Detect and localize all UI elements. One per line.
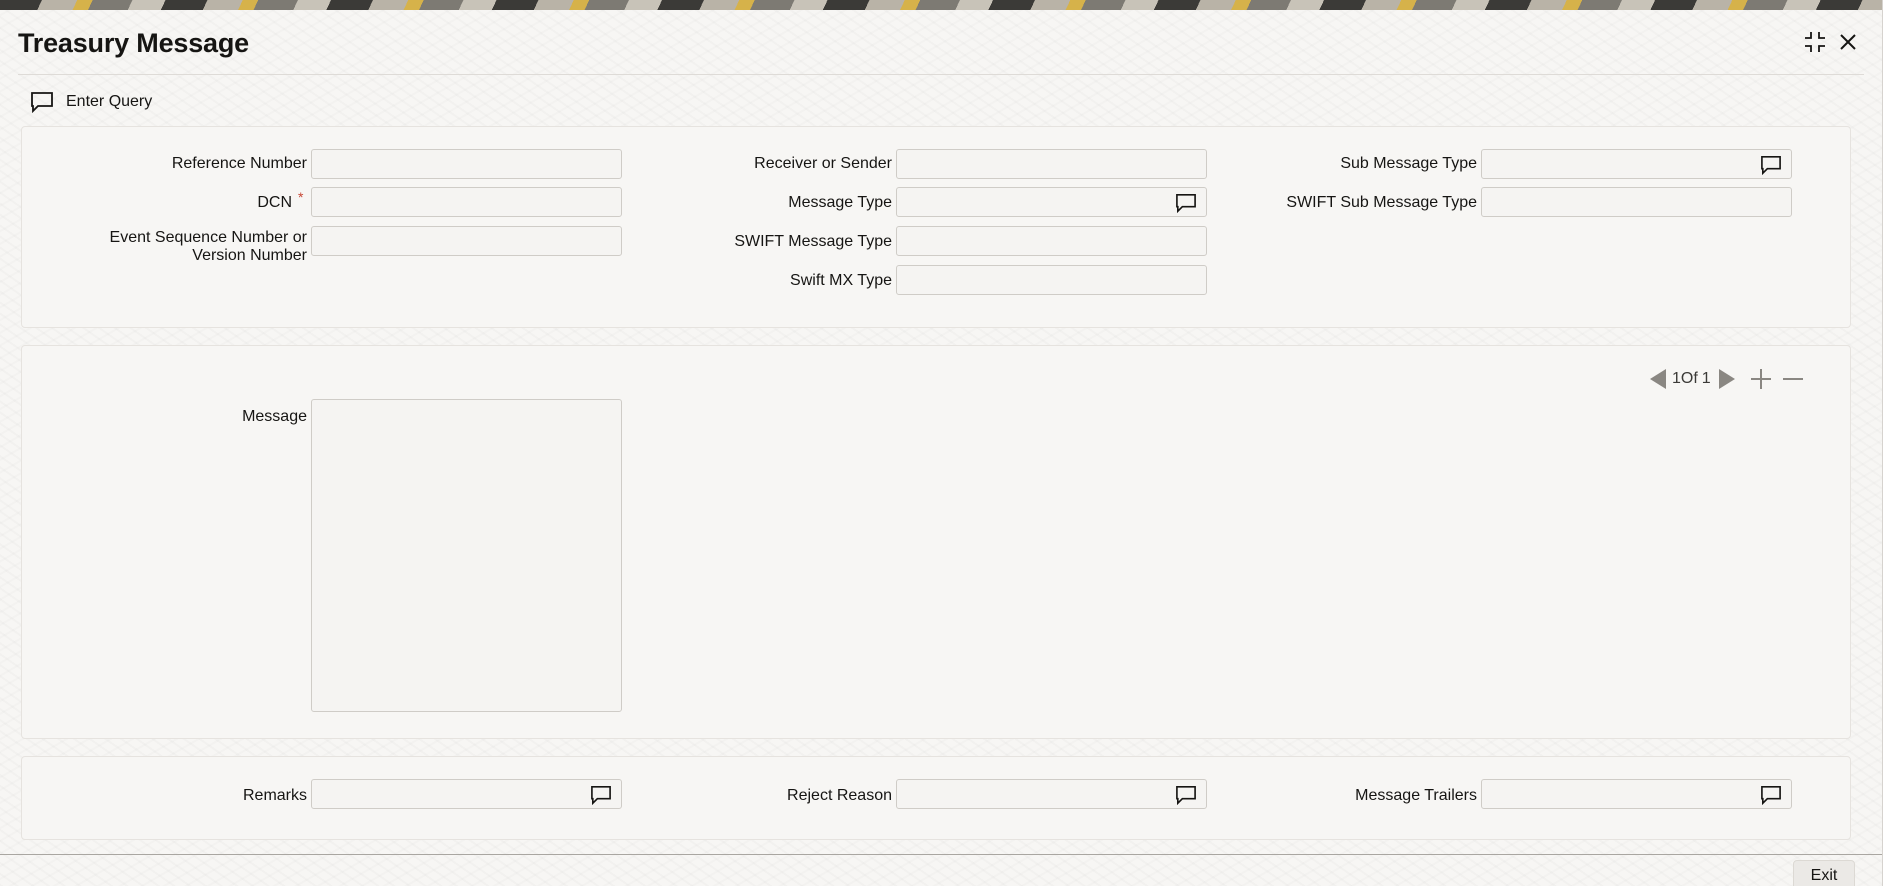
reject-reason-field[interactable] bbox=[896, 779, 1207, 809]
swift-sub-message-type-label: SWIFT Sub Message Type bbox=[1286, 194, 1477, 211]
exit-button[interactable]: Exit bbox=[1793, 860, 1855, 886]
header-divider bbox=[18, 74, 1864, 75]
speech-bubble-icon bbox=[1176, 194, 1196, 213]
reject-reason-label: Reject Reason bbox=[787, 787, 892, 804]
speech-bubble-icon bbox=[31, 92, 53, 113]
swift-mx-type-label: Swift MX Type bbox=[790, 272, 892, 289]
message-trailers-lov-button[interactable] bbox=[1759, 784, 1783, 806]
maximize-button[interactable] bbox=[1801, 28, 1829, 56]
sub-message-type-label: Sub Message Type bbox=[1340, 155, 1477, 172]
message-trailers-field[interactable] bbox=[1481, 779, 1792, 809]
reference-number-input[interactable] bbox=[312, 150, 621, 178]
swift-mx-type-input[interactable] bbox=[897, 266, 1206, 294]
speech-bubble-icon bbox=[1176, 786, 1196, 805]
message-label: Message bbox=[242, 408, 307, 425]
sub-message-type-field[interactable] bbox=[1481, 149, 1792, 179]
receiver-sender-field[interactable] bbox=[896, 149, 1207, 179]
remarks-label: Remarks bbox=[242, 787, 307, 804]
dcn-input[interactable] bbox=[312, 188, 621, 216]
pager-of: Of bbox=[1680, 370, 1698, 387]
footer-panel: Remarks Reject Reason Message Trailers bbox=[21, 756, 1851, 840]
triangle-left-icon bbox=[1650, 369, 1666, 389]
event-sequence-input[interactable] bbox=[312, 227, 621, 255]
message-type-field[interactable] bbox=[896, 187, 1207, 217]
reference-number-field[interactable] bbox=[311, 149, 622, 179]
swift-sub-message-type-input[interactable] bbox=[1482, 188, 1791, 216]
receiver-sender-input[interactable] bbox=[897, 150, 1206, 178]
enter-query-button[interactable]: Enter Query bbox=[30, 88, 152, 116]
enter-query-label: Enter Query bbox=[66, 93, 153, 110]
remarks-lov-button[interactable] bbox=[589, 784, 613, 806]
remarks-input[interactable] bbox=[312, 780, 621, 808]
dcn-required-mark: * bbox=[298, 189, 304, 205]
message-textarea[interactable] bbox=[312, 400, 621, 711]
message-trailers-label: Message Trailers bbox=[1355, 787, 1477, 804]
pager-current: 1 bbox=[1672, 370, 1681, 387]
next-page-button[interactable] bbox=[1717, 367, 1737, 391]
reject-reason-input[interactable] bbox=[897, 780, 1206, 808]
pager-total: 1 bbox=[1701, 370, 1711, 387]
receiver-sender-label: Receiver or Sender bbox=[754, 155, 892, 172]
delete-row-button[interactable] bbox=[1781, 367, 1805, 391]
header-panel: Reference Number DCN * Event Sequence Nu… bbox=[21, 126, 1851, 328]
message-type-label: Message Type bbox=[788, 194, 892, 211]
reference-number-label: Reference Number bbox=[171, 155, 307, 172]
speech-bubble-icon bbox=[1761, 156, 1781, 175]
triangle-right-icon bbox=[1718, 369, 1735, 389]
message-field[interactable] bbox=[311, 399, 622, 712]
message-panel: Message bbox=[21, 345, 1851, 739]
maximize-icon bbox=[1805, 32, 1825, 52]
event-sequence-field[interactable] bbox=[311, 226, 622, 256]
reject-reason-lov-button[interactable] bbox=[1174, 784, 1198, 806]
treasury-message-window: Treasury Message Enter Query Reference N… bbox=[0, 0, 1883, 886]
prev-page-button[interactable] bbox=[1648, 367, 1668, 391]
dcn-field[interactable] bbox=[311, 187, 622, 217]
window-title: Treasury Message bbox=[18, 28, 249, 58]
footer-divider bbox=[0, 854, 1882, 855]
remarks-field[interactable] bbox=[311, 779, 622, 809]
message-type-input[interactable] bbox=[897, 188, 1206, 216]
swift-message-type-label: SWIFT Message Type bbox=[734, 233, 892, 250]
close-icon bbox=[1840, 34, 1856, 50]
close-button[interactable] bbox=[1834, 28, 1862, 56]
plus-icon bbox=[1750, 369, 1771, 389]
speech-bubble-icon bbox=[1761, 786, 1781, 805]
message-type-lov-button[interactable] bbox=[1174, 192, 1198, 214]
dcn-label: DCN bbox=[257, 194, 292, 211]
swift-mx-type-field[interactable] bbox=[896, 265, 1207, 295]
swift-sub-message-type-field[interactable] bbox=[1481, 187, 1792, 217]
top-banner bbox=[0, 0, 1882, 10]
swift-message-type-input[interactable] bbox=[897, 227, 1206, 255]
sub-message-type-lov-button[interactable] bbox=[1759, 154, 1783, 176]
add-row-button[interactable] bbox=[1749, 367, 1773, 391]
minus-icon bbox=[1782, 378, 1803, 380]
message-trailers-input[interactable] bbox=[1482, 780, 1791, 808]
speech-bubble-icon bbox=[591, 786, 611, 805]
pager: 1 Of 1 bbox=[1648, 364, 1805, 394]
sub-message-type-input[interactable] bbox=[1482, 150, 1791, 178]
event-sequence-label: Event Sequence Number or Version Number bbox=[109, 229, 307, 264]
swift-message-type-field[interactable] bbox=[896, 226, 1207, 256]
